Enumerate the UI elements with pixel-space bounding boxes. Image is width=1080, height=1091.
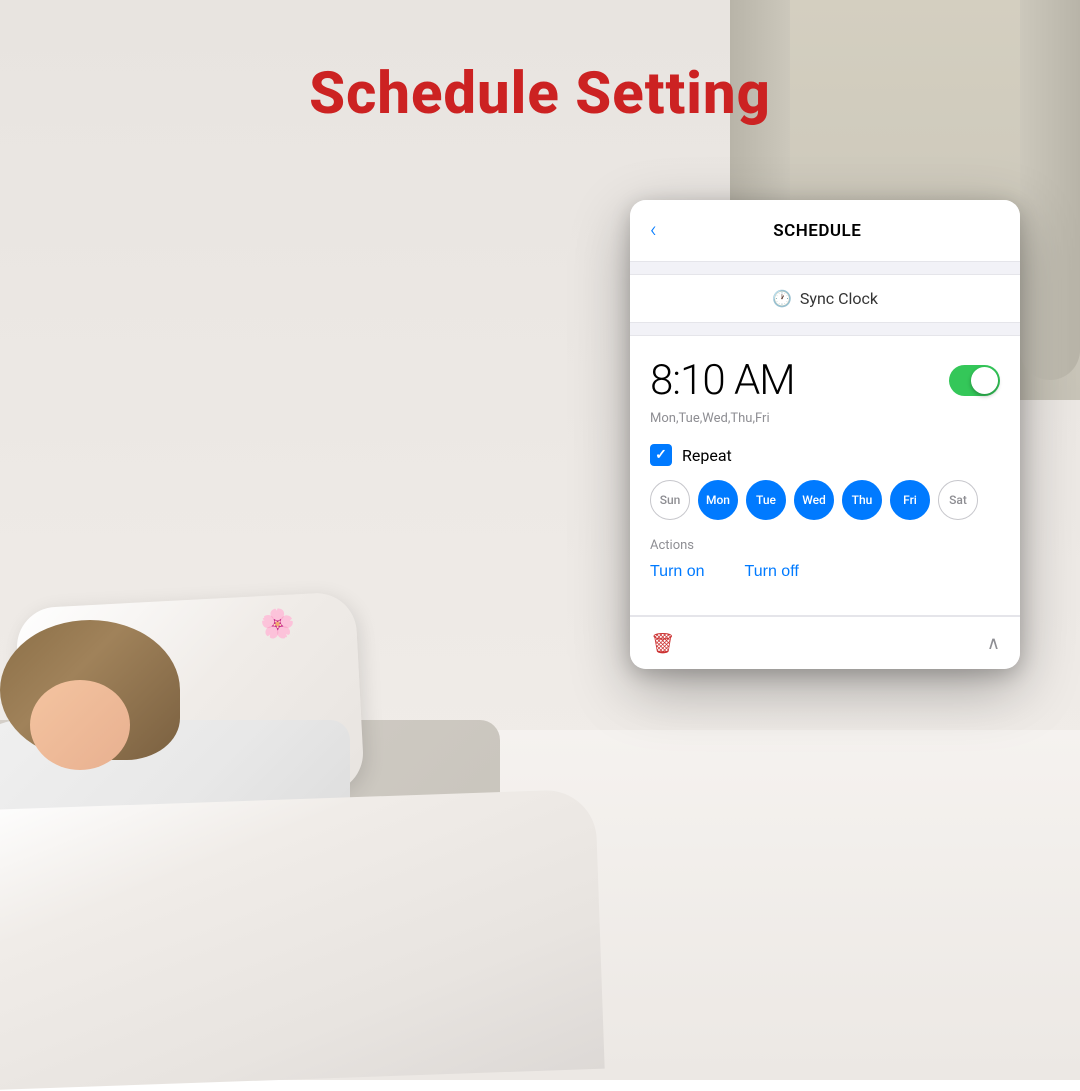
turn-on-button[interactable]: Turn on xyxy=(650,563,705,581)
checkmark-icon: ✓ xyxy=(655,447,667,463)
turn-off-button[interactable]: Turn off xyxy=(745,563,799,581)
sync-clock-icon: 🕐 xyxy=(772,289,792,308)
page-title: Schedule Setting xyxy=(0,60,1080,128)
actions-label: Actions xyxy=(650,538,1000,553)
bottom-action-row: 🗑 ∧ xyxy=(630,616,1020,669)
repeat-label: Repeat xyxy=(682,446,732,465)
curtain-right xyxy=(1020,0,1080,380)
sync-clock-row[interactable]: 🕐 Sync Clock xyxy=(630,274,1020,323)
schedule-toggle[interactable] xyxy=(949,365,1000,396)
time-toggle-row: 8:10 AM xyxy=(650,356,1000,405)
phone-header: ‹ SCHEDULE xyxy=(630,200,1020,262)
toggle-knob xyxy=(971,367,998,394)
delete-icon[interactable]: 🗑 xyxy=(650,631,675,655)
day-button-sun[interactable]: Sun xyxy=(650,480,690,520)
active-days-label: Mon,Tue,Wed,Thu,Fri xyxy=(650,411,1000,426)
person-face xyxy=(30,680,130,770)
repeat-checkbox[interactable]: ✓ xyxy=(650,444,672,466)
day-button-mon[interactable]: Mon xyxy=(698,480,738,520)
flower-decoration: 🌸 xyxy=(260,607,295,640)
phone-ui-overlay: ‹ SCHEDULE 🕐 Sync Clock 8:10 AM Mon,Tue,… xyxy=(630,200,1020,669)
sync-clock-label: Sync Clock xyxy=(800,289,878,308)
schedule-card: 8:10 AM Mon,Tue,Wed,Thu,Fri ✓ Repeat Sun… xyxy=(630,335,1020,616)
repeat-row: ✓ Repeat xyxy=(650,444,1000,466)
day-button-sat[interactable]: Sat xyxy=(938,480,978,520)
body-blanket xyxy=(0,789,605,1091)
screen-title: SCHEDULE xyxy=(667,221,968,241)
actions-row: Turn on Turn off xyxy=(650,563,1000,581)
day-button-fri[interactable]: Fri xyxy=(890,480,930,520)
time-display[interactable]: 8:10 AM xyxy=(650,356,795,405)
day-button-wed[interactable]: Wed xyxy=(794,480,834,520)
day-button-thu[interactable]: Thu xyxy=(842,480,882,520)
day-button-tue[interactable]: Tue xyxy=(746,480,786,520)
chevron-up-icon[interactable]: ∧ xyxy=(987,633,1000,654)
days-of-week-row: Sun Mon Tue Wed Thu Fri Sat xyxy=(650,480,1000,520)
back-button[interactable]: ‹ xyxy=(650,218,657,243)
